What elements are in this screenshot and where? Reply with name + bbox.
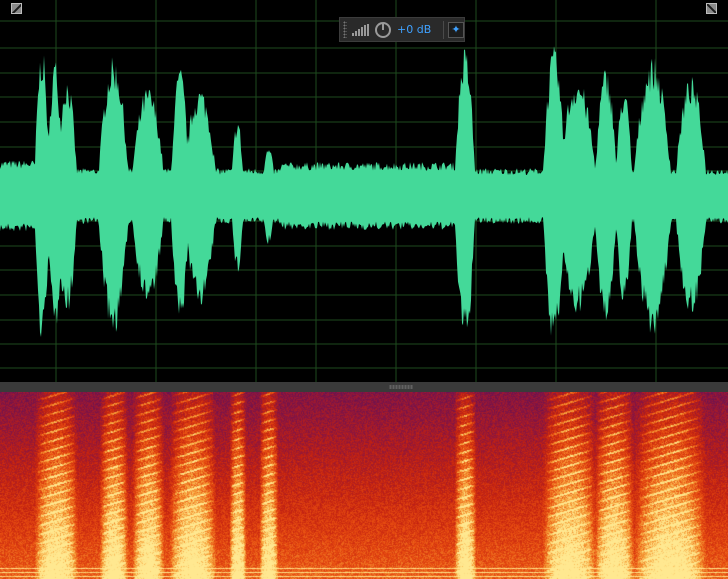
spectrogram-display[interactable] [0,392,728,579]
signal-bars-icon [352,23,369,36]
hud-volume-control: +0 dB ✦ [339,17,465,42]
gain-value-label[interactable]: +0 dB [397,23,441,36]
splitter-grip-handle[interactable] [389,385,413,389]
waveform-shape [0,46,728,338]
hud-grip-handle[interactable] [343,21,347,38]
panel-splitter[interactable] [0,382,728,392]
pin-icon[interactable]: ✦ [448,21,464,38]
zoom-corner-right-icon[interactable] [706,3,717,14]
spectral-frequency-panel[interactable] [0,392,728,579]
waveform-display[interactable] [0,0,728,382]
waveform-editor-panel[interactable]: +0 dB ✦ [0,0,728,382]
volume-knob-icon[interactable] [375,21,391,38]
zoom-corner-left-icon[interactable] [11,3,22,14]
hud-divider [443,20,444,39]
